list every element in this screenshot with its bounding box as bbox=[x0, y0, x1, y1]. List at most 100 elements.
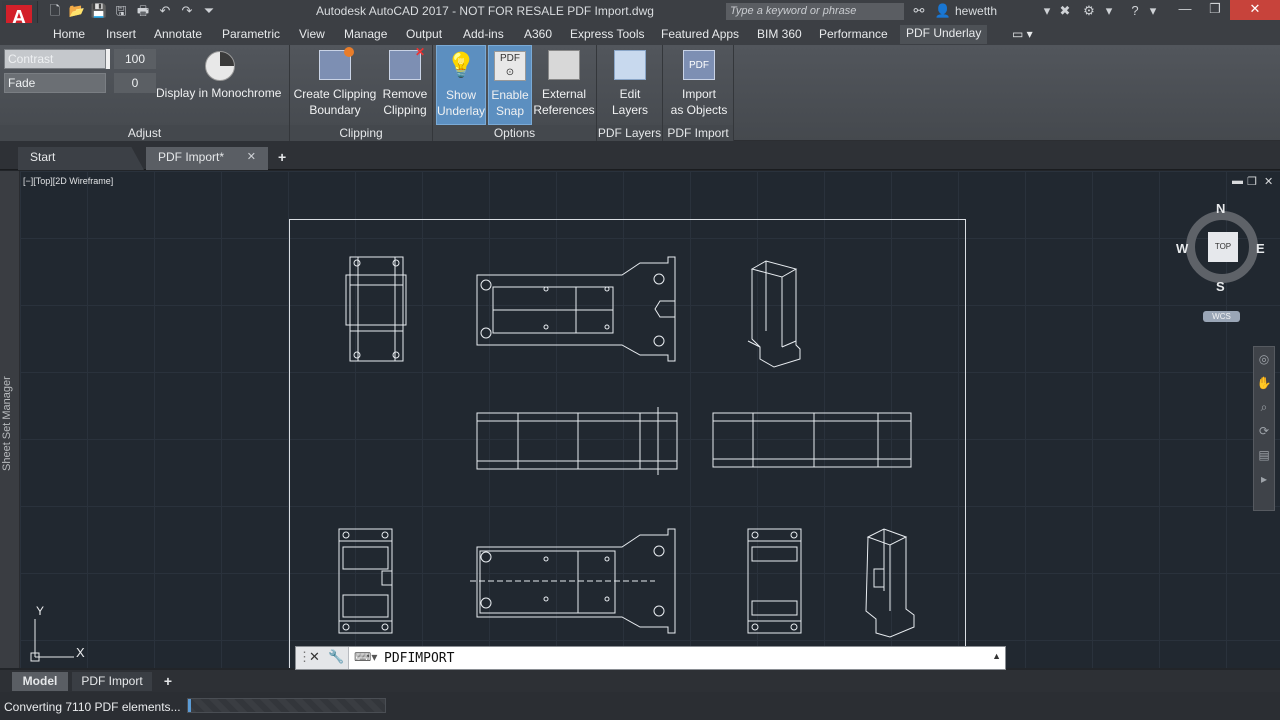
remove-clipping-label-1: Remove bbox=[382, 87, 428, 101]
exchange-apps-icon[interactable]: ✖ bbox=[1056, 2, 1074, 20]
tab-express-tools[interactable]: Express Tools bbox=[564, 26, 650, 42]
tab-start[interactable]: Start bbox=[18, 147, 144, 170]
document-tab-bar: Start PDF Import* ✕ + bbox=[0, 141, 1280, 170]
close-icon[interactable]: ✕ bbox=[1230, 0, 1280, 20]
save-as-icon[interactable]: 🖫 bbox=[112, 2, 130, 20]
navbar-menu-icon[interactable]: ▸ bbox=[1254, 467, 1274, 491]
print-icon[interactable]: 🖶 bbox=[134, 2, 152, 20]
tab-parametric[interactable]: Parametric bbox=[216, 26, 286, 42]
close-tab-icon[interactable]: ✕ bbox=[247, 147, 256, 168]
tab-bim-360[interactable]: BIM 360 bbox=[751, 26, 808, 42]
tab-performance[interactable]: Performance bbox=[813, 26, 894, 42]
compass-north[interactable]: N bbox=[1216, 201, 1225, 216]
redo-icon[interactable]: ↷ bbox=[178, 2, 196, 20]
showmotion-icon[interactable]: ▤ bbox=[1254, 443, 1274, 467]
compass-south[interactable]: S bbox=[1216, 279, 1225, 294]
tab-view[interactable]: View bbox=[293, 26, 331, 42]
wcs-menu[interactable]: WCS bbox=[1203, 311, 1240, 322]
new-layout-icon[interactable]: + bbox=[158, 672, 178, 691]
display-monochrome-button[interactable]: Display in Monochrome bbox=[156, 86, 281, 100]
drawing-view-bottom-front bbox=[747, 528, 802, 634]
zoom-icon[interactable]: ⌕ bbox=[1254, 395, 1274, 419]
command-line-close-icon[interactable]: ✕ bbox=[309, 649, 320, 665]
contrast-value[interactable]: 100 bbox=[114, 49, 156, 69]
command-history-icon[interactable]: ▲ bbox=[992, 651, 1001, 661]
restore-icon[interactable]: ❐ bbox=[1200, 0, 1230, 20]
tab-annotate[interactable]: Annotate bbox=[148, 26, 208, 42]
save-icon[interactable]: 💾 bbox=[90, 2, 108, 20]
drawing-view-top-left bbox=[345, 256, 407, 362]
panel-title-pdf-layers: PDF Layers bbox=[597, 125, 662, 141]
command-line[interactable]: ⋮ ✕ 🔧 ⌨▾ PDFIMPORT ▲ bbox=[295, 646, 1006, 670]
import-as-objects-label-2: as Objects bbox=[670, 103, 728, 117]
a360-icon[interactable]: ⚙ bbox=[1080, 2, 1098, 20]
search-input[interactable]: Type a keyword or phrase bbox=[726, 3, 904, 20]
panel-title-clipping: Clipping bbox=[290, 125, 432, 141]
navigation-bar: ◎ ✋ ⌕ ⟳ ▤ ▸ bbox=[1253, 346, 1275, 511]
panel-clipping: Create Clipping Boundary Remove Clipping… bbox=[290, 44, 433, 141]
command-input[interactable]: PDFIMPORT bbox=[384, 651, 454, 666]
undo-icon[interactable]: ↶ bbox=[156, 2, 174, 20]
enable-snap-button[interactable]: PDF ⊙ Enable Snap bbox=[488, 45, 532, 125]
user-name[interactable]: hewetth bbox=[955, 4, 997, 18]
tab-model[interactable]: Model bbox=[12, 672, 68, 691]
contrast-handle[interactable] bbox=[106, 49, 110, 69]
open-folder-icon[interactable]: 📂 bbox=[68, 2, 86, 20]
import-as-objects-label-1: Import bbox=[681, 87, 716, 101]
panel-title-pdf-import: PDF Import bbox=[663, 125, 733, 141]
create-clipping-label-1: Create Clipping bbox=[293, 87, 377, 101]
fade-value[interactable]: 0 bbox=[114, 73, 156, 93]
dropdown-icon[interactable]: ▾ bbox=[1100, 2, 1118, 20]
tab-output[interactable]: Output bbox=[400, 26, 448, 42]
tab-layout-pdf-import[interactable]: PDF Import bbox=[72, 672, 152, 691]
monochrome-icon[interactable] bbox=[205, 51, 235, 81]
help-dropdown-icon[interactable]: ▾ bbox=[1144, 2, 1162, 20]
edit-layers-label-2: Layers bbox=[611, 103, 649, 117]
edit-layers-button[interactable]: Edit Layers bbox=[605, 45, 655, 125]
command-prompt-icon[interactable]: ⌨▾ bbox=[354, 650, 377, 664]
tab-a360[interactable]: A360 bbox=[518, 26, 558, 42]
ucs-y-label: Y bbox=[36, 604, 45, 618]
tab-pdf-import-drawing[interactable]: PDF Import* ✕ bbox=[146, 147, 268, 170]
import-as-objects-button[interactable]: PDF Import as Objects bbox=[667, 45, 731, 125]
clipping-boundary-icon bbox=[319, 47, 354, 80]
user-dropdown-icon[interactable]: ▾ bbox=[1038, 2, 1056, 20]
new-drawing-tab-icon[interactable]: + bbox=[278, 149, 286, 165]
tab-add-ins[interactable]: Add-ins bbox=[457, 26, 510, 42]
drawing-area[interactable]: Sheet Set Manager [−][Top][2D Wireframe]… bbox=[0, 171, 1280, 668]
progress-bar-fill bbox=[188, 699, 191, 712]
ribbon-display-options-icon[interactable]: ▭ ▾ bbox=[1006, 26, 1039, 42]
panel-title-adjust: Adjust bbox=[0, 125, 289, 141]
orbit-icon[interactable]: ⟳ bbox=[1254, 419, 1274, 443]
viewcube[interactable]: TOP N S E W bbox=[1176, 201, 1265, 294]
viewcube-top-face[interactable]: TOP bbox=[1208, 232, 1238, 262]
ucs-x-label: X bbox=[76, 645, 85, 660]
compass-east[interactable]: E bbox=[1256, 241, 1265, 256]
compass-west[interactable]: W bbox=[1176, 241, 1188, 256]
quick-access-toolbar: 🗋 📂 💾 🖫 🖶 ↶ ↷ ⏷ bbox=[46, 2, 218, 20]
show-underlay-button[interactable]: 💡 Show Underlay bbox=[436, 45, 486, 125]
command-line-controls: ⋮ ✕ 🔧 bbox=[296, 647, 349, 669]
tab-pdf-underlay[interactable]: PDF Underlay bbox=[900, 25, 988, 44]
minimize-icon[interactable]: — bbox=[1170, 0, 1200, 20]
pan-icon[interactable]: ✋ bbox=[1254, 371, 1274, 395]
user-icon[interactable]: 👤 bbox=[934, 2, 952, 20]
help-icon[interactable]: ? bbox=[1126, 2, 1144, 20]
ucs-icon bbox=[30, 619, 74, 662]
steering-wheel-icon[interactable]: ◎ bbox=[1254, 347, 1274, 371]
panel-title-options: Options bbox=[433, 125, 596, 141]
tab-home[interactable]: Home bbox=[47, 26, 91, 42]
tab-insert[interactable]: Insert bbox=[100, 26, 142, 42]
command-line-customize-icon[interactable]: 🔧 bbox=[328, 649, 344, 665]
drawing-view-isometric-2 bbox=[865, 528, 915, 638]
external-references-button[interactable]: External References bbox=[533, 45, 595, 125]
status-message: Converting 7110 PDF elements... bbox=[4, 700, 181, 714]
create-clipping-boundary-button[interactable]: Create Clipping Boundary bbox=[292, 45, 378, 125]
binoculars-icon[interactable]: ⚯ bbox=[910, 2, 928, 20]
tab-featured-apps[interactable]: Featured Apps bbox=[655, 26, 745, 42]
customize-toolbar-icon[interactable]: ⏷ bbox=[200, 2, 218, 20]
new-file-icon[interactable]: 🗋 bbox=[46, 2, 64, 20]
tab-manage[interactable]: Manage bbox=[338, 26, 393, 42]
pdf-import-icon: PDF bbox=[683, 50, 715, 80]
remove-clipping-button[interactable]: Remove Clipping bbox=[380, 44, 430, 125]
